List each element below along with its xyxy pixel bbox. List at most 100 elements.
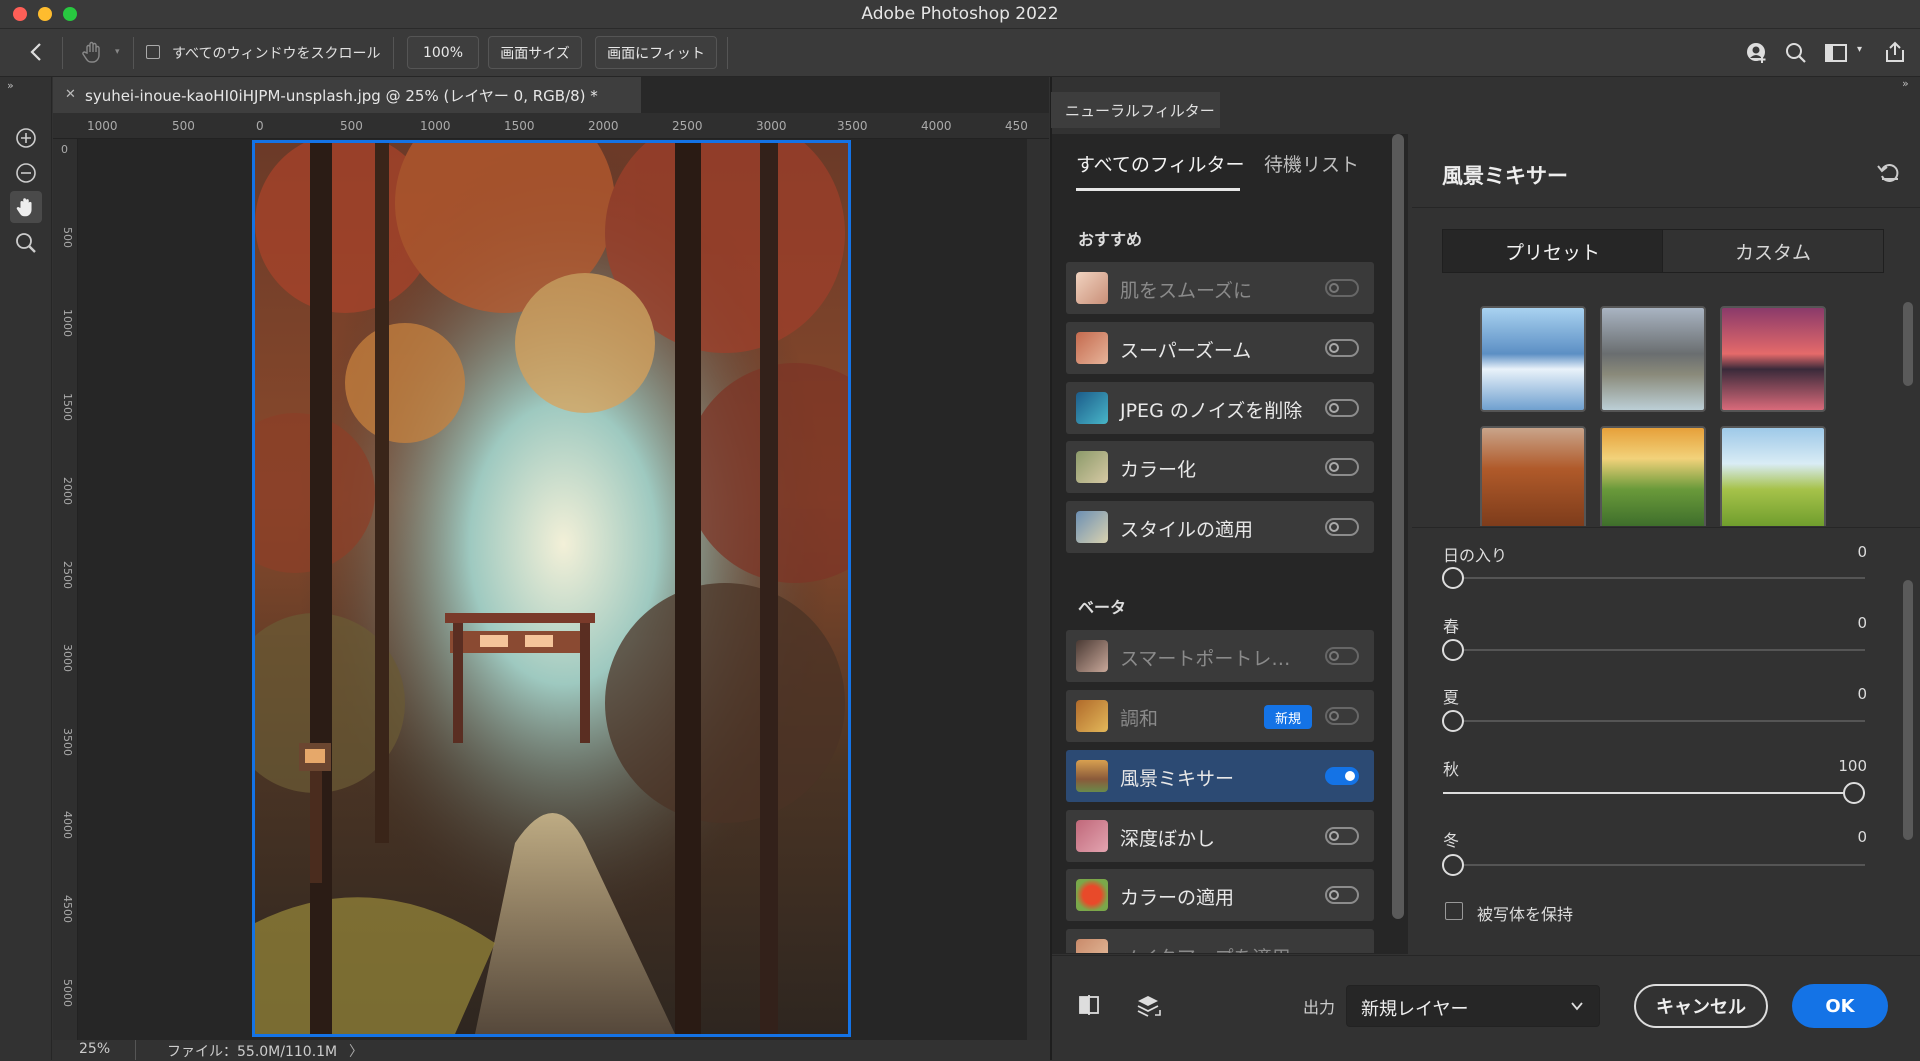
preset-sunrise-hills[interactable] [1600,426,1706,526]
filter-item-landscape-mixer[interactable]: 風景ミキサー [1066,750,1374,802]
h-ruler-label: 1000 [420,119,451,133]
zoom-level[interactable]: 25% [79,1041,110,1057]
preserve-subject-checkbox[interactable] [1445,902,1463,920]
hand-tool-icon[interactable] [10,191,42,223]
title-bar: Adobe Photoshop 2022 [0,0,1920,29]
v-ruler-label: 2500 [61,561,74,589]
smart-portrait-toggle[interactable] [1325,647,1359,665]
filter-label: スマートポートレ… [1120,648,1291,670]
slider-track-spring[interactable] [1443,649,1865,651]
slider-thumb-summer[interactable] [1442,710,1464,732]
fit-on-screen-button[interactable]: 画面にフィット [595,36,717,69]
settings-title: 風景ミキサー [1442,164,1568,188]
hand-tool-preset-icon[interactable] [80,39,106,65]
tab-all-filters[interactable]: すべてのフィルター [1076,150,1245,177]
h-ruler-label: 3000 [756,119,787,133]
preset-rocky-valley-lake[interactable] [1600,306,1706,412]
zoom-tool-icon[interactable] [10,227,42,259]
close-tab-icon[interactable]: ✕ [65,87,76,102]
layers-icon[interactable] [1135,992,1163,1020]
document-tab[interactable]: ✕ syuhei-inoue-kaoHI0iHJPM-unsplash.jpg … [53,77,641,113]
fit-screen-size-button[interactable]: 画面サイズ [488,36,582,69]
output-label: 出力 [1303,998,1336,1017]
status-bar: 25% ファイル：55.0M/110.1M 〉 [53,1040,1049,1060]
landscape-mixer-icon [1076,760,1108,792]
filter-item-skin-smoothing[interactable]: 肌をスムーズに [1066,262,1374,314]
document-image[interactable] [252,140,851,1037]
h-ruler-label: 450 [1005,119,1028,133]
filter-item-style-transfer[interactable]: スタイルの適用 [1066,501,1374,553]
preset-sunset-peak[interactable] [1720,306,1826,412]
filter-item-smart-portrait[interactable]: スマートポートレ… [1066,630,1374,682]
back-arrow-icon[interactable] [26,41,48,63]
filter-label: カラーの適用 [1120,887,1235,909]
slider-thumb-sunset[interactable] [1442,567,1464,589]
harmonization-icon [1076,700,1108,732]
chevron-down-icon[interactable]: ▾ [115,47,120,57]
status-menu-arrow[interactable]: 〉 [349,1041,363,1061]
settings-scrollbar[interactable] [1903,580,1913,840]
smart-portrait-icon [1076,640,1108,672]
slider-value-summer: 0 [1857,685,1867,703]
search-icon[interactable] [1784,41,1808,65]
tools-panel: » [0,77,52,1060]
scroll-all-windows-label: すべてのウィンドウをスクロール [172,46,381,62]
filter-item-colorize[interactable]: カラー化 [1066,441,1374,493]
tab-waitlist[interactable]: 待機リスト [1264,150,1359,177]
filter-item-depth-blur[interactable]: 深度ぼかし [1066,810,1374,862]
filter-list-scrollbar[interactable] [1392,134,1404,919]
slider-thumb-winter[interactable] [1442,854,1464,876]
style-transfer-toggle[interactable] [1325,518,1359,536]
preset-scrollbar[interactable] [1903,302,1913,386]
filter-label: スタイルの適用 [1120,519,1254,541]
jpeg-denoise-toggle[interactable] [1325,399,1359,417]
segment-preset[interactable]: プリセット [1442,229,1663,273]
color-transfer-toggle[interactable] [1325,886,1359,904]
landscape-mixer-toggle[interactable] [1325,767,1359,785]
depth-blur-toggle[interactable] [1325,827,1359,845]
jpeg-denoise-icon [1076,392,1108,424]
share-icon[interactable] [1883,40,1907,64]
zoom-100-button[interactable]: 100% [407,36,479,69]
reset-icon[interactable] [1876,160,1902,186]
slider-thumb-spring[interactable] [1442,639,1464,661]
collapse-tools-icon[interactable]: » [7,79,14,92]
ok-button[interactable]: OK [1792,984,1888,1028]
slider-thumb-autumn[interactable] [1843,782,1865,804]
workspace-icon[interactable] [1824,41,1848,65]
slider-track-winter[interactable] [1443,864,1865,866]
canvas-scrollbar[interactable] [1027,139,1049,1040]
chevron-down-icon [1569,998,1585,1018]
colorize-toggle[interactable] [1325,458,1359,476]
filter-label: カラー化 [1120,459,1197,481]
slider-track-sunset[interactable] [1443,577,1865,579]
collapse-panel-icon[interactable]: » [1902,77,1909,90]
zoom-out-icon[interactable] [10,157,42,189]
user-icon[interactable] [1745,41,1769,65]
zoom-in-icon[interactable] [10,122,42,154]
filter-item-makeup-transfer[interactable]: メイクアップを適用 [1066,929,1374,953]
super-zoom-toggle[interactable] [1325,339,1359,357]
filter-label: 風景ミキサー [1120,768,1235,790]
filter-item-jpeg-denoise[interactable]: JPEG のノイズを削除 [1066,382,1374,434]
slider-track-autumn[interactable] [1443,792,1865,794]
filter-item-color-transfer[interactable]: カラーの適用 [1066,869,1374,921]
preset-snow-mountain-lake[interactable] [1480,306,1586,412]
preset-canyon[interactable] [1480,426,1586,526]
filter-item-super-zoom[interactable]: スーパーズーム [1066,322,1374,374]
vertical-ruler: 0 500 1000 1500 2000 2500 3000 3500 4000… [53,139,78,1040]
slider-label-spring: 春 [1443,617,1460,636]
compare-icon[interactable] [1077,993,1101,1017]
preset-green-meadow[interactable] [1720,426,1826,526]
slider-track-summer[interactable] [1443,720,1865,722]
scroll-all-windows-checkbox[interactable] [146,45,160,59]
output-select[interactable]: 新規レイヤー [1346,985,1600,1027]
segment-custom[interactable]: カスタム [1663,229,1884,273]
filter-label: 深度ぼかし [1120,828,1216,850]
filter-item-harmonization[interactable]: 調和 新規 [1066,690,1374,742]
skin-smoothing-toggle[interactable] [1325,279,1359,297]
cancel-button[interactable]: キャンセル [1634,984,1768,1028]
neural-filters-tab[interactable]: ニューラルフィルター [1051,92,1220,128]
workspace-chevron-down-icon[interactable]: ▾ [1857,44,1862,55]
harmonization-toggle[interactable] [1325,707,1359,725]
